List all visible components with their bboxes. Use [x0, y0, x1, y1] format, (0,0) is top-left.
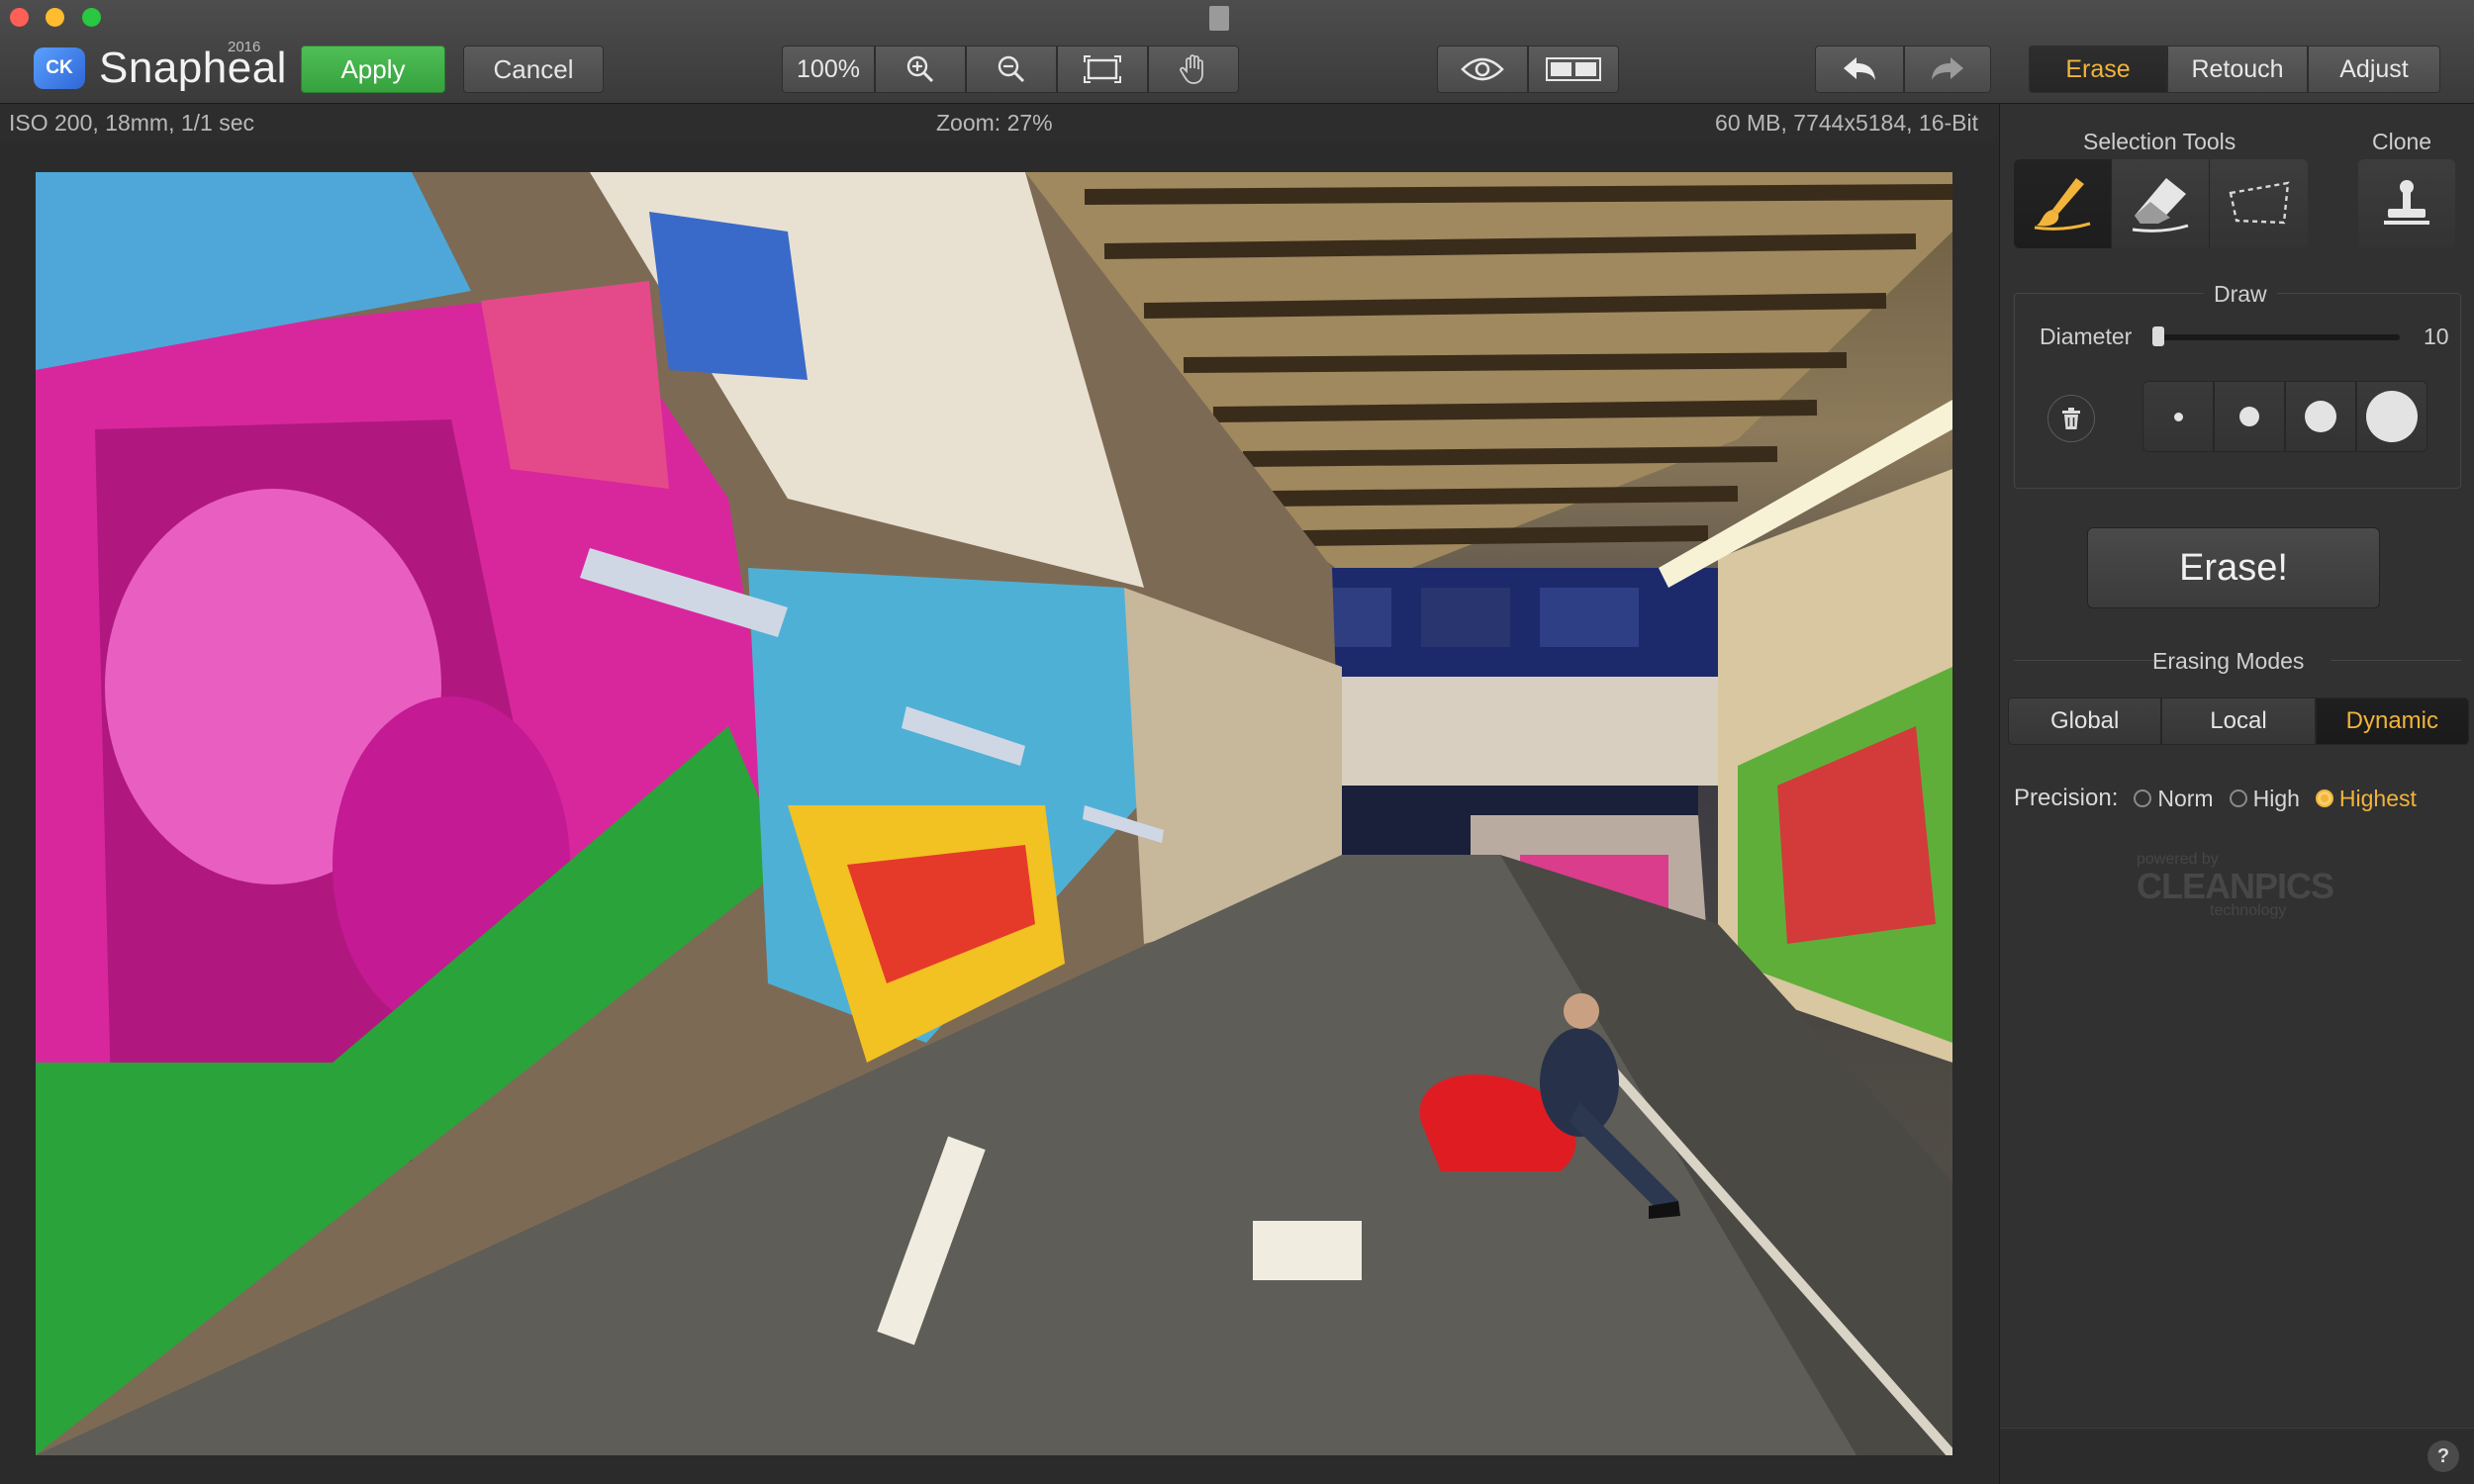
- compare-button[interactable]: [1528, 46, 1619, 93]
- apply-button[interactable]: Apply: [301, 46, 445, 93]
- zoom-controls: 100%: [782, 46, 1239, 93]
- diameter-slider-knob[interactable]: [2152, 326, 2164, 346]
- cleanpics-logo: powered by CLEANPICS technology: [2137, 851, 2334, 919]
- clone-tools: [2358, 159, 2455, 248]
- cleanpics-brand: CLEANPICS: [2137, 866, 2334, 906]
- zoom-in-icon: [906, 55, 934, 83]
- document-icon: [1209, 6, 1229, 31]
- radio-norm-label: Norm: [2157, 785, 2214, 811]
- precision-label: Precision:: [2014, 785, 2119, 811]
- canvas-area[interactable]: [0, 144, 1999, 1484]
- view-controls: [1437, 46, 1619, 93]
- brush-size-m-icon: [2305, 401, 2336, 432]
- diameter-label: Diameter: [2040, 324, 2133, 349]
- window-close-button[interactable]: [10, 8, 29, 27]
- diameter-value: 10: [2424, 324, 2449, 349]
- hand-icon: [1180, 54, 1203, 84]
- brush-size-l-icon: [2366, 391, 2418, 442]
- window-zoom-button[interactable]: [82, 8, 101, 27]
- info-bar: ISO 200, 18mm, 1/1 sec Zoom: 27% 60 MB, …: [0, 104, 1999, 143]
- redo-icon: [1932, 57, 1963, 80]
- precision-norm-radio[interactable]: Norm: [2134, 785, 2214, 812]
- brush-size-s-icon: [2239, 407, 2259, 426]
- lasso-icon: [2229, 181, 2289, 225]
- clear-selection-button[interactable]: [2047, 395, 2095, 442]
- brush-size-xs-icon: [2173, 412, 2183, 421]
- split-view-icon: [1546, 57, 1601, 81]
- undo-button[interactable]: [1815, 46, 1904, 93]
- zoom-out-icon: [998, 55, 1025, 83]
- precision-group: Precision: Norm High Highest: [2014, 785, 2417, 812]
- brush-tool-button[interactable]: [2014, 159, 2112, 248]
- redo-button[interactable]: [1904, 46, 1991, 93]
- radio-highest-circle: [2315, 789, 2333, 807]
- precision-high-radio[interactable]: High: [2229, 785, 2300, 812]
- zoom-out-button[interactable]: [966, 46, 1057, 93]
- tab-retouch[interactable]: Retouch: [2167, 46, 2308, 93]
- toolbar: CK Snapheal 2016 Apply Cancel 100% Erase…: [0, 0, 2474, 104]
- eraser-tool-button[interactable]: [2112, 159, 2210, 248]
- mode-local-button[interactable]: Local: [2161, 697, 2316, 745]
- clone-stamp-button[interactable]: [2358, 159, 2455, 248]
- modes-divider-left: [2014, 660, 2158, 661]
- exif-info: ISO 200, 18mm, 1/1 sec: [9, 110, 255, 136]
- app-year: 2016: [228, 39, 261, 55]
- hand-tool-button[interactable]: [1148, 46, 1239, 93]
- help-button[interactable]: ?: [2427, 1440, 2459, 1472]
- precision-highest-radio[interactable]: Highest: [2315, 785, 2417, 812]
- mode-tabs: Erase Retouch Adjust: [2029, 46, 2440, 93]
- brush-size-presets: [2142, 381, 2427, 452]
- cancel-button[interactable]: Cancel: [463, 46, 604, 93]
- trash-icon: [2062, 408, 2080, 429]
- window-minimize-button[interactable]: [46, 8, 64, 27]
- preview-button[interactable]: [1437, 46, 1528, 93]
- file-info: 60 MB, 7744x5184, 16-Bit: [1715, 110, 1978, 136]
- photo-canvas[interactable]: [36, 172, 1952, 1455]
- fit-to-screen-button[interactable]: [1057, 46, 1148, 93]
- brush-size-xs-button[interactable]: [2142, 381, 2214, 452]
- clone-label: Clone: [2372, 129, 2432, 154]
- panel-bottom-strip: ?: [2000, 1428, 2474, 1484]
- history-controls: [1815, 46, 1991, 93]
- graffiti-tunnel-photo: [36, 172, 1952, 1455]
- undo-icon: [1844, 57, 1875, 80]
- erase-button[interactable]: Erase!: [2087, 527, 2380, 608]
- brush-size-m-button[interactable]: [2285, 381, 2356, 452]
- tab-erase[interactable]: Erase: [2029, 46, 2167, 93]
- erase-panel: Selection Tools Clone Draw Diameter 10 E…: [1999, 104, 2474, 1484]
- brush-icon: [2034, 178, 2091, 231]
- brush-size-l-button[interactable]: [2356, 381, 2427, 452]
- draw-label: Draw: [2204, 281, 2277, 308]
- app-logo: CK Snapheal 2016: [34, 39, 287, 92]
- erasing-modes: Global Local Dynamic: [2008, 697, 2469, 745]
- erasing-modes-label: Erasing Modes: [2152, 648, 2305, 674]
- selection-tools: [2014, 159, 2308, 248]
- mode-global-button[interactable]: Global: [2008, 697, 2162, 745]
- mode-dynamic-button[interactable]: Dynamic: [2315, 697, 2469, 745]
- cleanpics-technology: technology: [2210, 902, 2287, 919]
- zoom-100-button[interactable]: 100%: [782, 46, 875, 93]
- radio-high-label: High: [2252, 785, 2300, 811]
- brush-size-s-button[interactable]: [2214, 381, 2285, 452]
- radio-highest-label: Highest: [2338, 785, 2417, 811]
- modes-divider-right: [2331, 660, 2461, 661]
- lasso-tool-button[interactable]: [2210, 159, 2308, 248]
- logo-badge-icon: CK: [34, 47, 85, 89]
- diameter-slider-track[interactable]: [2156, 334, 2400, 340]
- fit-screen-icon: [1084, 55, 1121, 83]
- zoom-100-label: 100%: [797, 54, 860, 83]
- eraser-icon: [2132, 178, 2189, 232]
- radio-high-circle: [2229, 789, 2247, 807]
- eye-icon: [1461, 57, 1504, 81]
- selection-tools-label: Selection Tools: [2083, 129, 2236, 154]
- tab-adjust[interactable]: Adjust: [2308, 46, 2440, 93]
- clone-stamp-icon: [2384, 180, 2429, 225]
- zoom-readout: Zoom: 27%: [936, 110, 1053, 136]
- radio-norm-circle: [2134, 789, 2152, 807]
- zoom-in-button[interactable]: [875, 46, 966, 93]
